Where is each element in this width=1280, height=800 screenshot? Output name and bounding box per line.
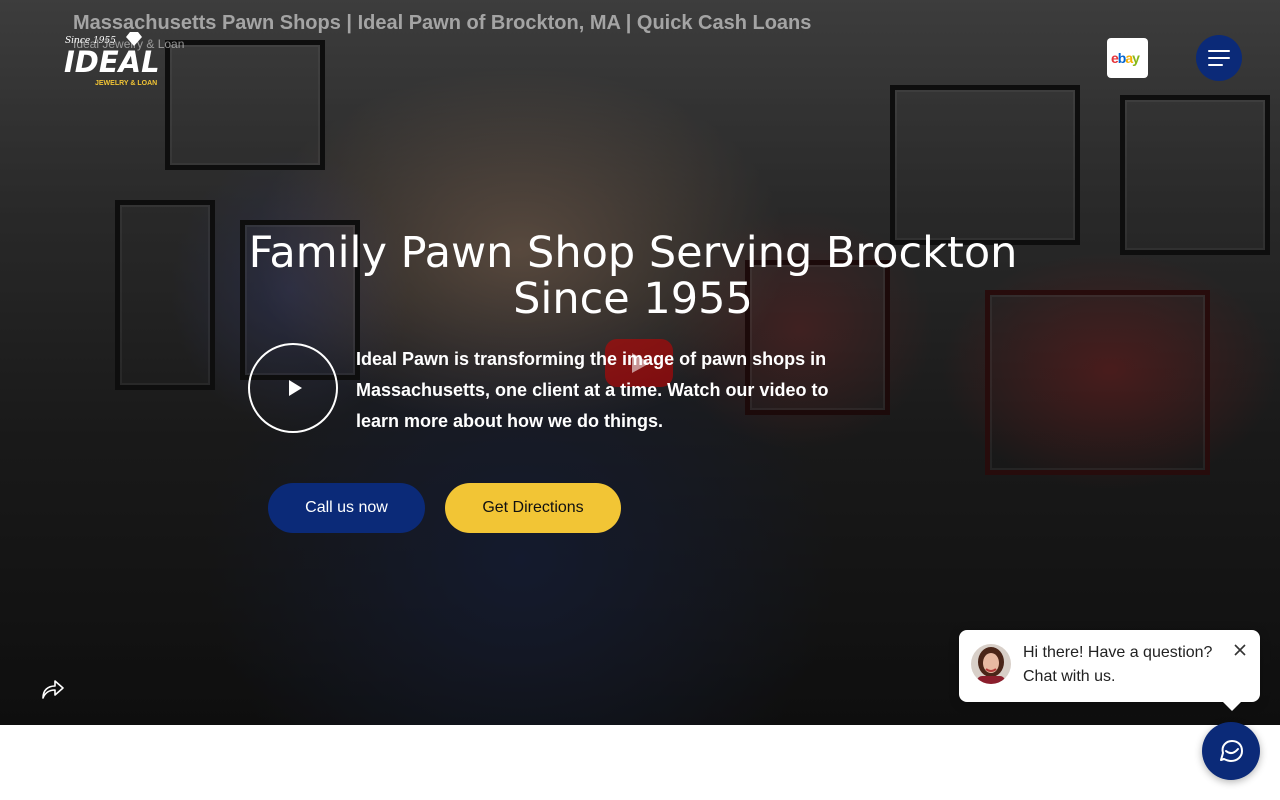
chat-greeting-text: Hi there! Have a question? Chat with us. [1023,644,1213,685]
ideal-logo[interactable]: Since 1955 IDEAL JEWELRY & LOAN [64,28,160,88]
chat-icon [1220,740,1243,762]
agent-avatar [971,644,1011,684]
svg-text:ebay: ebay [1111,50,1140,66]
close-icon[interactable] [1233,643,1247,657]
ebay-store-button[interactable]: ebay [1107,38,1148,78]
chat-greeting-bubble[interactable]: Hi there! Have a question? Chat with us. [959,630,1260,702]
hero-description: Ideal Pawn is transforming the image of … [356,349,829,431]
chat-launcher-button[interactable] [1202,722,1260,780]
get-directions-button[interactable]: Get Directions [445,483,621,533]
site-title: Massachusetts Pawn Shops | Ideal Pawn of… [73,12,812,34]
hamburger-icon-line [1208,64,1223,66]
hero-headline: Family Pawn Shop Serving Brockton Since … [248,228,1018,324]
call-us-button[interactable]: Call us now [268,483,425,533]
menu-button[interactable] [1196,35,1242,81]
play-icon [289,380,302,396]
logo-brand-text: IDEAL [64,45,160,79]
video-play-button[interactable] [248,343,338,433]
chat-bubble-tail [1221,700,1243,711]
diamond-icon [126,32,142,46]
logo-sub-text: JEWELRY & LOAN [95,80,157,87]
share-icon[interactable] [40,677,66,701]
hamburger-icon-line [1208,57,1230,59]
ebay-logo-icon: ebay [1111,50,1141,66]
hamburger-icon [1208,50,1230,52]
